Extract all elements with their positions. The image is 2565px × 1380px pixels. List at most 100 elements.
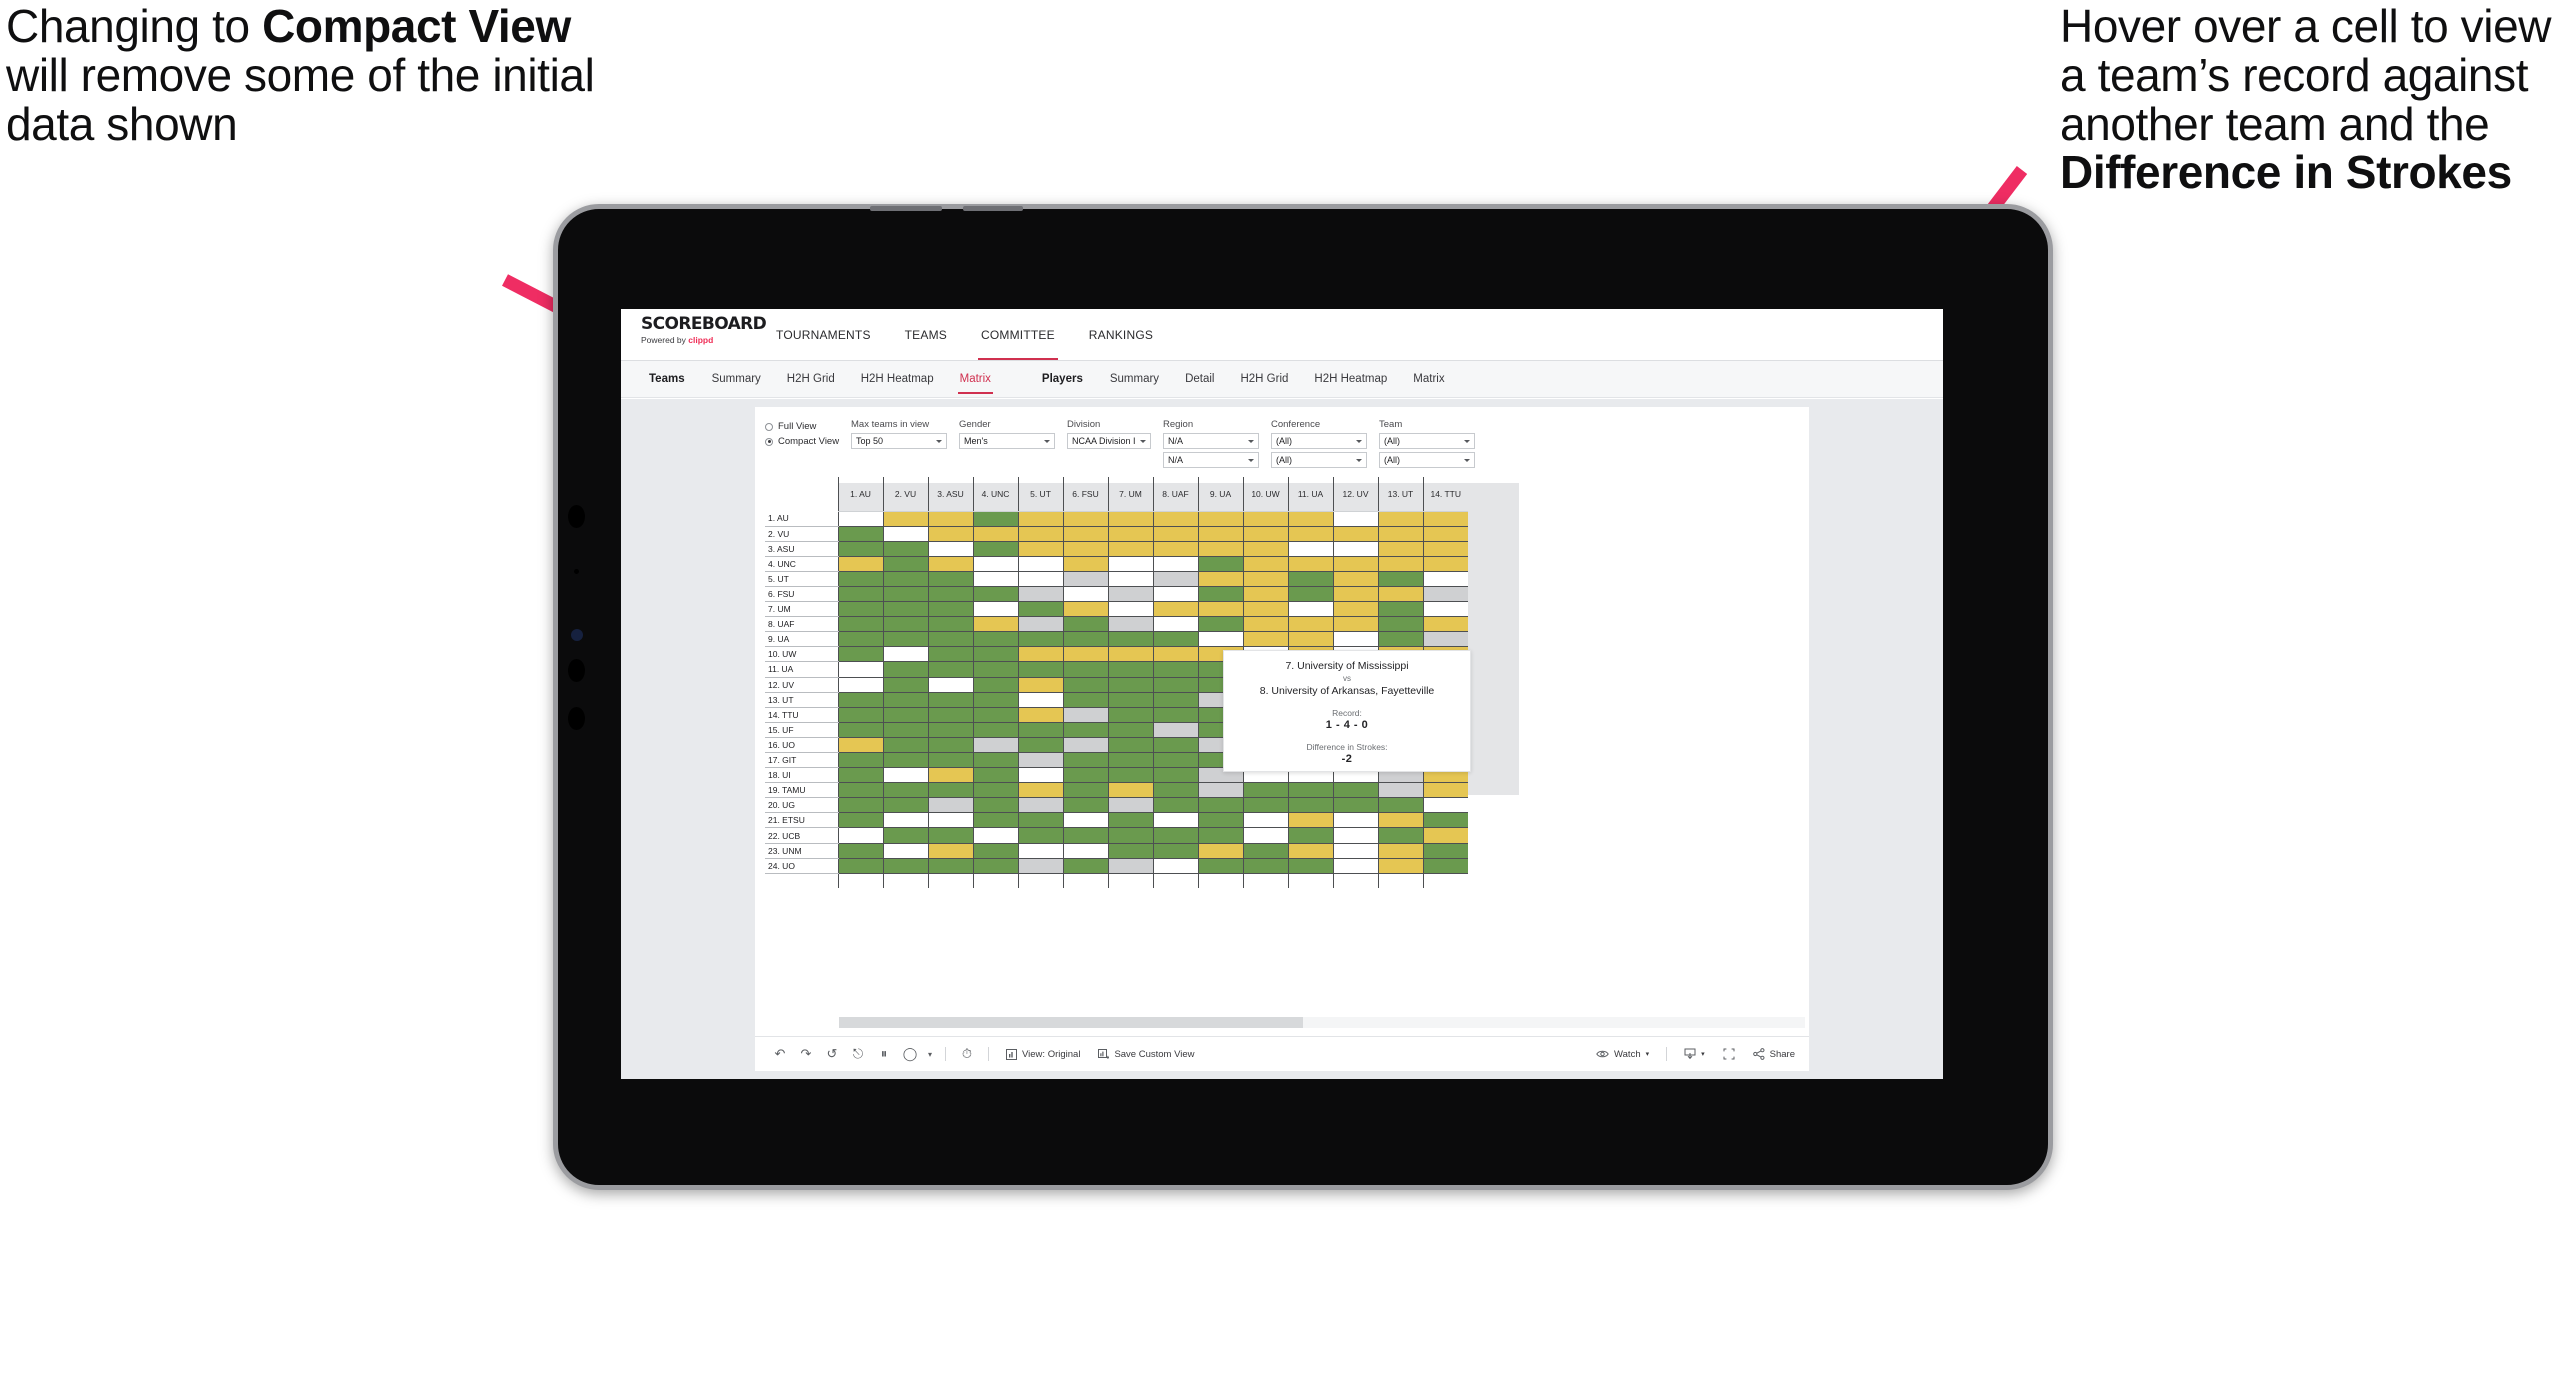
matrix-cell[interactable] <box>837 511 883 527</box>
filter-conference-select-1[interactable]: (All) <box>1271 433 1367 449</box>
matrix-cell[interactable] <box>1422 556 1468 572</box>
matrix-cell[interactable] <box>1107 827 1153 844</box>
matrix-cell[interactable] <box>1197 812 1243 829</box>
matrix-cell[interactable] <box>837 827 883 844</box>
matrix-cell[interactable] <box>1062 526 1108 542</box>
matrix-cell[interactable] <box>1152 812 1198 829</box>
matrix-cell[interactable] <box>1242 797 1288 814</box>
matrix-cell[interactable] <box>1017 797 1063 814</box>
matrix-cell[interactable] <box>1197 843 1243 859</box>
matrix-cell[interactable] <box>1197 616 1243 633</box>
matrix-cell[interactable] <box>1062 556 1108 572</box>
matrix-cell[interactable] <box>1377 556 1423 572</box>
matrix-cell[interactable] <box>1287 616 1333 633</box>
matrix-column-header[interactable]: 10. UW <box>1242 477 1288 512</box>
matrix-cell[interactable] <box>972 631 1018 648</box>
matrix-cell[interactable] <box>1107 586 1153 603</box>
matrix-cell[interactable] <box>882 843 928 859</box>
matrix-cell[interactable] <box>1377 782 1423 799</box>
matrix-cell[interactable] <box>972 586 1018 603</box>
chevron-down-icon[interactable]: ▾ <box>923 1050 937 1059</box>
matrix-cell[interactable] <box>972 737 1018 754</box>
matrix-cell[interactable] <box>1197 782 1243 799</box>
matrix-cell[interactable] <box>927 692 973 708</box>
matrix-column-header[interactable]: 2. VU <box>882 477 928 512</box>
matrix-row-header[interactable]: 24. UO <box>765 858 838 874</box>
matrix-cell[interactable] <box>1377 511 1423 527</box>
matrix-cell[interactable] <box>882 797 928 814</box>
matrix-cell[interactable] <box>1152 526 1198 542</box>
matrix-cell[interactable] <box>927 782 973 799</box>
matrix-row-header[interactable]: 15. UF <box>765 722 838 738</box>
matrix-cell[interactable] <box>1152 677 1198 693</box>
matrix-column-header[interactable]: 11. UA <box>1287 477 1333 512</box>
matrix-cell[interactable] <box>1332 873 1378 889</box>
matrix-column-header[interactable]: 12. UV <box>1332 477 1378 512</box>
matrix-cell[interactable] <box>927 556 973 572</box>
tab-players-h2h-grid[interactable]: H2H Grid <box>1227 373 1301 385</box>
matrix-cell[interactable] <box>1422 858 1468 874</box>
matrix-cell[interactable] <box>1062 586 1108 603</box>
matrix-cell[interactable] <box>1242 631 1288 648</box>
matrix-cell[interactable] <box>1152 571 1198 587</box>
matrix-cell[interactable] <box>1152 707 1198 723</box>
tab-players-summary[interactable]: Summary <box>1097 373 1172 385</box>
matrix-cell[interactable] <box>1062 692 1108 708</box>
matrix-cell[interactable] <box>837 661 883 678</box>
matrix-cell[interactable] <box>972 541 1018 557</box>
matrix-cell[interactable] <box>927 631 973 648</box>
fullscreen-button[interactable] <box>1714 1048 1744 1060</box>
matrix-cell[interactable] <box>1422 631 1468 648</box>
matrix-cell[interactable] <box>972 767 1018 784</box>
matrix-cell[interactable] <box>972 556 1018 572</box>
save-custom-view-button[interactable]: Save Custom View <box>1089 1048 1203 1060</box>
matrix-cell[interactable] <box>1107 571 1153 587</box>
matrix-cell[interactable] <box>837 752 883 769</box>
matrix-column-header[interactable]: 3. ASU <box>927 477 973 512</box>
matrix-cell[interactable] <box>972 661 1018 678</box>
filter-team-select-2[interactable]: (All) <box>1379 452 1475 468</box>
matrix-cell[interactable] <box>882 556 928 572</box>
matrix-cell[interactable] <box>927 752 973 769</box>
matrix-cell[interactable] <box>1017 526 1063 542</box>
matrix-cell[interactable] <box>1332 571 1378 587</box>
matrix-cell[interactable] <box>1062 722 1108 738</box>
matrix-cell[interactable] <box>972 722 1018 738</box>
matrix-cell[interactable] <box>972 843 1018 859</box>
matrix-cell[interactable] <box>837 677 883 693</box>
matrix-cell[interactable] <box>1377 873 1423 889</box>
matrix-cell[interactable] <box>1287 843 1333 859</box>
matrix-cell[interactable] <box>1062 873 1108 889</box>
nav-item-tournaments[interactable]: TOURNAMENTS <box>759 309 888 360</box>
matrix-row-header[interactable]: 21. ETSU <box>765 812 838 829</box>
matrix-cell[interactable] <box>1107 646 1153 663</box>
matrix-row-header[interactable]: 4. UNC <box>765 556 838 572</box>
matrix-cell[interactable] <box>1377 541 1423 557</box>
matrix-cell[interactable] <box>927 843 973 859</box>
matrix-cell[interactable] <box>882 661 928 678</box>
matrix-cell[interactable] <box>882 782 928 799</box>
matrix-cell[interactable] <box>1377 827 1423 844</box>
matrix-cell[interactable] <box>1197 631 1243 648</box>
matrix-row-header[interactable]: 5. UT <box>765 571 838 587</box>
matrix-cell[interactable] <box>1332 616 1378 633</box>
matrix-cell[interactable] <box>837 646 883 663</box>
matrix-cell[interactable] <box>927 586 973 603</box>
matrix-cell[interactable] <box>1332 782 1378 799</box>
matrix-column-header[interactable]: 6. FSU <box>1062 477 1108 512</box>
matrix-cell[interactable] <box>882 571 928 587</box>
matrix-cell[interactable] <box>1422 511 1468 527</box>
matrix-cell[interactable] <box>837 526 883 542</box>
matrix-cell[interactable] <box>837 843 883 859</box>
matrix-cell[interactable] <box>1242 858 1288 874</box>
matrix-cell[interactable] <box>1017 661 1063 678</box>
matrix-cell[interactable] <box>882 601 928 618</box>
matrix-cell[interactable] <box>927 601 973 618</box>
matrix-cell[interactable] <box>882 511 928 527</box>
matrix-cell[interactable] <box>1332 526 1378 542</box>
matrix-cell[interactable] <box>1062 858 1108 874</box>
matrix-cell[interactable] <box>972 782 1018 799</box>
matrix-column-header[interactable]: 5. UT <box>1017 477 1063 512</box>
matrix-cell[interactable] <box>1197 541 1243 557</box>
matrix-cell[interactable] <box>1017 843 1063 859</box>
